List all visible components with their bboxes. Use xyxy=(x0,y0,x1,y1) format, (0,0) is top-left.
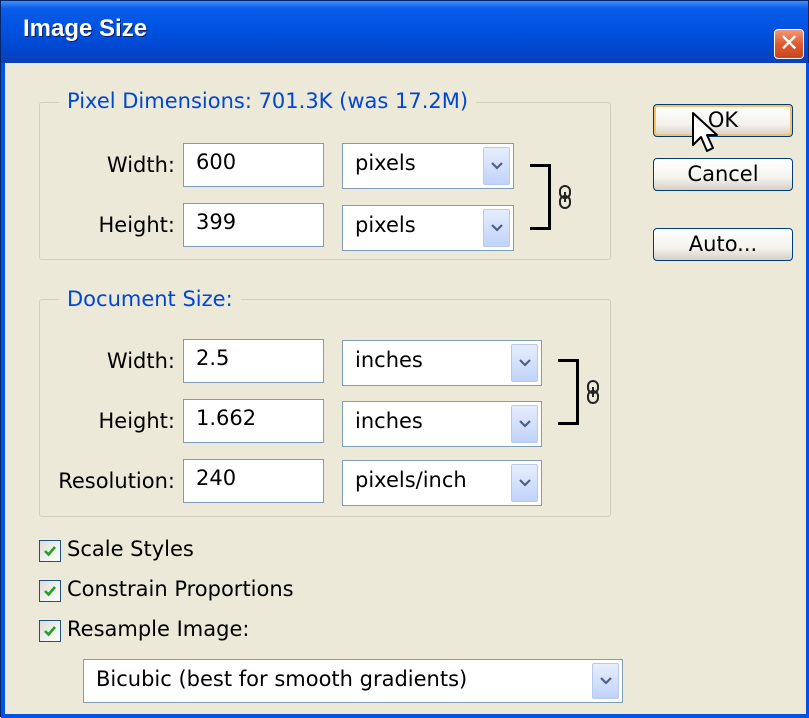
resample-method-select[interactable]: Bicubic (best for smooth gradients) xyxy=(83,659,623,703)
constrain-proportions-option[interactable]: Constrain Proportions xyxy=(39,577,309,603)
scale-styles-option[interactable]: Scale Styles xyxy=(39,537,239,563)
resolution-label: Resolution: xyxy=(58,469,175,493)
auto-button[interactable]: Auto... xyxy=(653,228,793,261)
window-border-bottom xyxy=(1,714,809,718)
image-size-dialog: Image Size ✕ Pixel Dimensions: 701.3K (w… xyxy=(0,0,809,718)
resolution-unit-select[interactable]: pixels/inch xyxy=(342,460,542,506)
dropdown-arrow-icon xyxy=(483,147,510,185)
resample-image-checkbox[interactable] xyxy=(39,620,61,642)
title-bar[interactable]: Image Size ✕ xyxy=(1,1,808,63)
pixel-height-unit-value: pixels xyxy=(355,213,416,237)
resolution-field[interactable]: 240 xyxy=(183,459,324,503)
checkmark-icon xyxy=(44,586,56,597)
resample-image-label: Resample Image: xyxy=(67,617,250,641)
document-width-label: Width: xyxy=(106,349,175,373)
document-height-unit-select[interactable]: inches xyxy=(342,401,542,447)
resample-image-option[interactable]: Resample Image: xyxy=(39,617,269,643)
mouse-cursor-icon xyxy=(692,112,718,152)
cancel-button-label: Cancel xyxy=(687,162,759,186)
constrain-proportions-label: Constrain Proportions xyxy=(67,577,294,601)
link-chain-icon xyxy=(559,185,571,209)
pixel-width-unit-select[interactable]: pixels xyxy=(342,143,514,189)
document-height-field[interactable]: 1.662 xyxy=(183,399,324,443)
dropdown-arrow-icon xyxy=(592,663,619,699)
auto-button-label: Auto... xyxy=(688,232,758,256)
checkmark-icon xyxy=(44,626,56,637)
pixel-dimensions-legend: Pixel Dimensions: 701.3K (was 17.2M) xyxy=(59,89,477,113)
document-constrain-bracket xyxy=(558,359,579,425)
checkmark-icon xyxy=(44,546,56,557)
document-height-unit-value: inches xyxy=(355,409,423,433)
cancel-button[interactable]: Cancel xyxy=(653,158,793,191)
dropdown-arrow-icon xyxy=(483,209,510,247)
pixel-height-field[interactable]: 399 xyxy=(183,203,324,247)
scale-styles-label: Scale Styles xyxy=(67,537,194,561)
document-height-label: Height: xyxy=(98,409,176,433)
ok-button[interactable]: OK xyxy=(653,104,793,137)
pixel-width-field[interactable]: 600 xyxy=(183,143,324,187)
dropdown-arrow-icon xyxy=(511,405,538,443)
dialog-title: Image Size xyxy=(23,15,148,42)
pixel-width-unit-value: pixels xyxy=(355,151,416,175)
pixel-constrain-bracket xyxy=(530,164,551,230)
resample-method-value: Bicubic (best for smooth gradients) xyxy=(96,667,468,691)
pixel-height-unit-select[interactable]: pixels xyxy=(342,205,514,251)
document-width-field[interactable]: 2.5 xyxy=(183,339,324,383)
document-size-legend: Document Size: xyxy=(59,287,241,311)
constrain-proportions-checkbox[interactable] xyxy=(39,580,61,602)
link-chain-icon xyxy=(587,380,599,404)
dropdown-arrow-icon xyxy=(511,344,538,382)
pixel-height-label: Height: xyxy=(98,213,176,237)
document-width-unit-value: inches xyxy=(355,348,423,372)
scale-styles-checkbox[interactable] xyxy=(39,540,61,562)
resolution-unit-value: pixels/inch xyxy=(355,468,467,492)
dropdown-arrow-icon xyxy=(511,464,538,502)
pixel-width-label: Width: xyxy=(106,153,175,177)
close-button[interactable]: ✕ xyxy=(774,29,804,59)
close-icon: ✕ xyxy=(778,29,800,57)
document-width-unit-select[interactable]: inches xyxy=(342,340,542,386)
